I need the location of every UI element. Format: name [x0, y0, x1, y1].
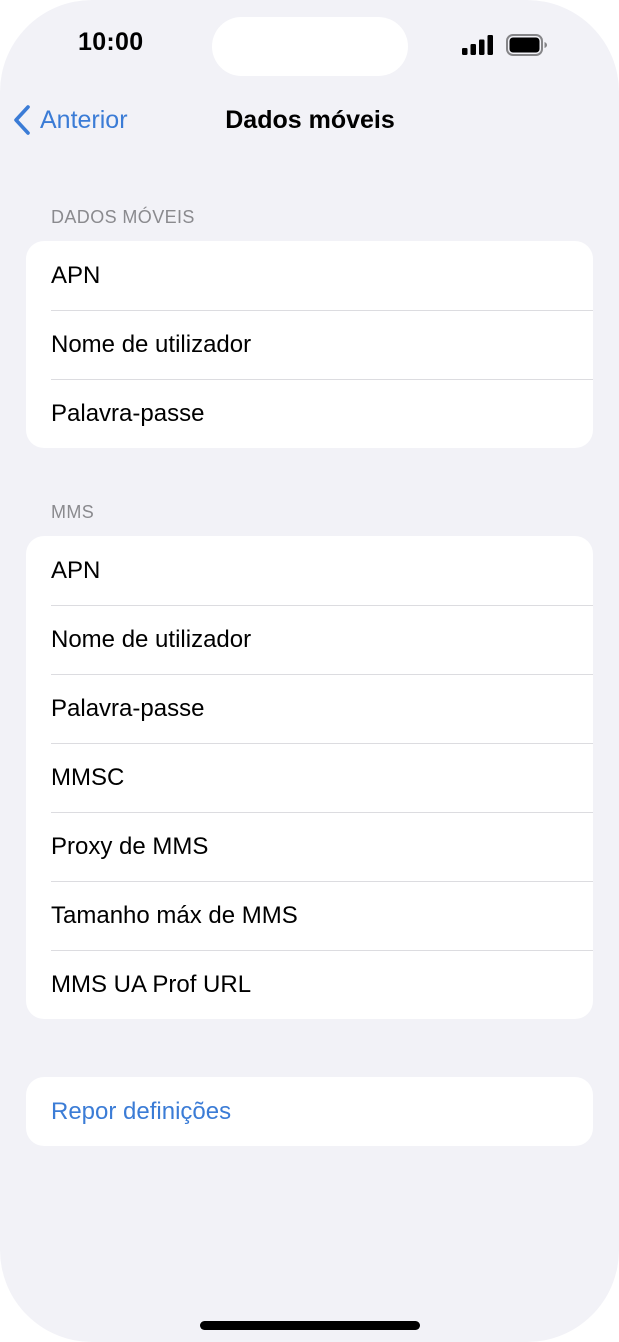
status-time: 10:00	[78, 28, 144, 56]
mms-max-size-row[interactable]: Tamanho máx de MMS	[26, 881, 593, 950]
mms-password-row[interactable]: Palavra-passe	[26, 674, 593, 743]
mms-ua-prof-url-row[interactable]: MMS UA Prof URL	[26, 950, 593, 1019]
phone-screen: 10:00 Anterior Dados móveis DADOS MÓVEIS…	[0, 0, 619, 1342]
mms-apn-row[interactable]: APN	[26, 536, 593, 605]
mobile-data-apn-row[interactable]: APN	[26, 241, 593, 310]
reset-group: Repor definições	[26, 1077, 593, 1146]
mms-group: APN Nome de utilizador Palavra-passe MMS…	[26, 536, 593, 1019]
mmsc-row[interactable]: MMSC	[26, 743, 593, 812]
back-button-label: Anterior	[40, 105, 128, 134]
back-button[interactable]: Anterior	[12, 100, 128, 140]
section-header-mobile-data: DADOS MÓVEIS	[51, 207, 195, 227]
mms-username-row[interactable]: Nome de utilizador	[26, 605, 593, 674]
page-title: Dados móveis	[225, 106, 395, 134]
mms-proxy-row[interactable]: Proxy de MMS	[26, 812, 593, 881]
battery-icon	[506, 34, 547, 56]
dynamic-island	[212, 17, 408, 76]
chevron-left-icon	[14, 105, 30, 135]
home-indicator[interactable]	[200, 1321, 420, 1330]
cellular-signal-icon	[462, 35, 493, 55]
section-header-mms: MMS	[51, 502, 95, 522]
mobile-data-group: APN Nome de utilizador Palavra-passe	[26, 241, 593, 448]
mobile-data-password-row[interactable]: Palavra-passe	[26, 379, 593, 448]
reset-settings-button[interactable]: Repor definições	[26, 1077, 593, 1146]
mobile-data-username-row[interactable]: Nome de utilizador	[26, 310, 593, 379]
